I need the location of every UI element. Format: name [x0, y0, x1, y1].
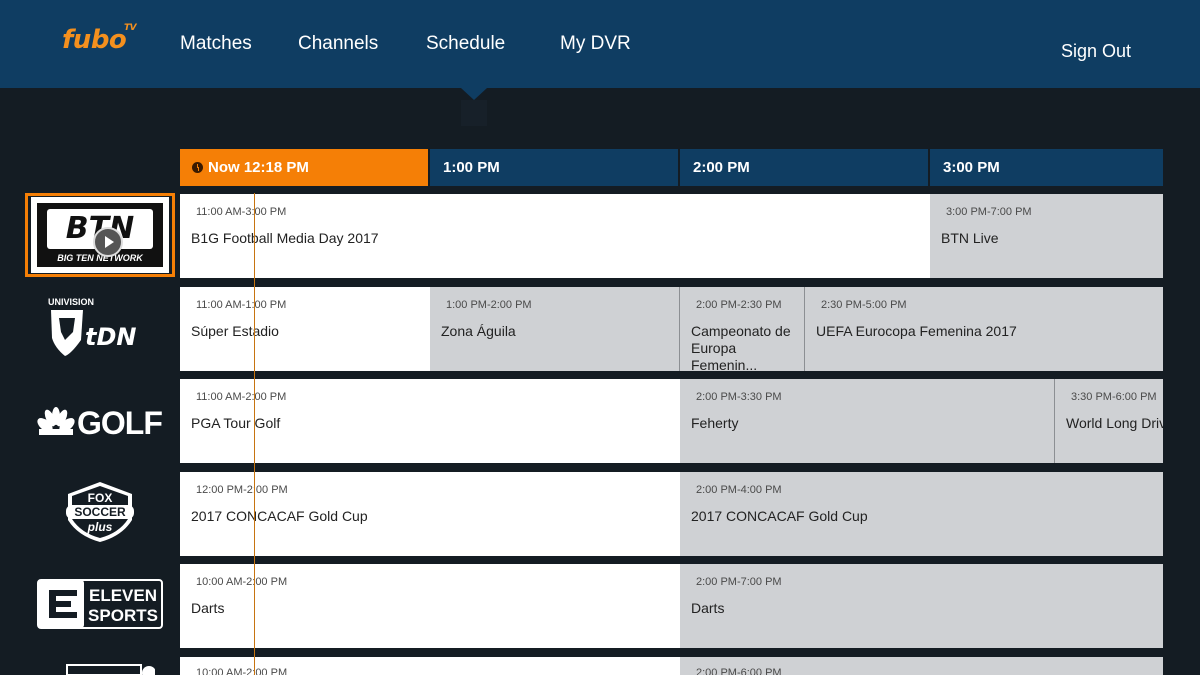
univision-tdn-logo: UNIVISION tDN — [48, 297, 136, 356]
channel-partial[interactable] — [25, 655, 175, 675]
fox-soccer-plus-logo: FOX SOCCER plus — [66, 482, 134, 542]
tdn-text: tDN — [85, 323, 136, 351]
program-cell[interactable]: 11:00 AM-1:00 PM Súper Estadio — [180, 287, 430, 371]
program-title: 2017 CONCACAF Gold Cup — [191, 508, 368, 524]
nav-channels[interactable]: Channels — [298, 33, 378, 55]
eleven-text: ELEVEN — [89, 586, 157, 605]
program-title: B1G Football Media Day 2017 — [191, 230, 379, 246]
program-cell[interactable]: 2:30 PM-5:00 PM UEFA Eurocopa Femenina 2… — [804, 287, 1163, 371]
time-slot-3pm: 3:00 PM — [930, 149, 1163, 186]
play-icon[interactable] — [93, 227, 123, 257]
program-title: Darts — [191, 600, 225, 616]
program-title: BTN Live — [941, 230, 999, 246]
program-title: Campeonato de Europa Femenin... — [691, 323, 791, 371]
time-slot-label: 3:00 PM — [943, 159, 1000, 176]
program-time: 2:00 PM-6:00 PM — [696, 667, 782, 675]
top-nav-bar: fubo TV Matches Channels Schedule My DVR… — [0, 0, 1200, 88]
program-title: Darts — [691, 600, 725, 616]
logo-sup: TV — [124, 23, 137, 33]
active-tab-shadow — [461, 100, 487, 126]
schedule-row-fox-soccer-plus: 12:00 PM-2:00 PM 2017 CONCACAF Gold Cup … — [180, 472, 1163, 556]
program-time: 11:00 AM-2:00 PM — [196, 391, 287, 403]
program-time: 2:00 PM-4:00 PM — [696, 484, 782, 496]
program-time: 2:30 PM-5:00 PM — [821, 299, 907, 311]
program-title: 2017 CONCACAF Gold Cup — [691, 508, 868, 524]
nav-schedule[interactable]: Schedule — [426, 33, 505, 55]
program-cell[interactable]: 11:00 AM-2:00 PM PGA Tour Golf — [180, 379, 680, 463]
program-cell[interactable]: 3:30 PM-6:00 PM World Long Drive — [1054, 379, 1163, 463]
schedule-row-btn: 11:00 AM-3:00 PM B1G Football Media Day … — [180, 194, 1163, 278]
sports-text: SPORTS — [88, 606, 158, 625]
program-cell[interactable]: 2:00 PM-7:00 PM Darts — [680, 564, 1163, 648]
soccer-text: SOCCER — [74, 505, 126, 519]
program-title: Súper Estadio — [191, 323, 279, 339]
plus-text: plus — [87, 520, 113, 534]
partial-channel-logo — [66, 664, 155, 675]
current-time-indicator — [254, 193, 255, 675]
logo-text: fubo — [62, 25, 127, 55]
nav-matches[interactable]: Matches — [180, 33, 252, 55]
time-slot-1pm: 1:00 PM — [430, 149, 678, 186]
time-slot-label: 2:00 PM — [693, 159, 750, 176]
clock-icon — [192, 162, 203, 173]
program-cell[interactable]: 10:00 AM-2:00 PM Darts — [180, 564, 680, 648]
time-now-label: Now 12:18 PM — [208, 159, 309, 176]
program-cell[interactable]: 11:00 AM-3:00 PM B1G Football Media Day … — [180, 194, 930, 278]
program-time: 3:00 PM-7:00 PM — [946, 206, 1032, 218]
btn-logo: BTN BIG TEN NETWORK — [31, 197, 169, 273]
schedule-row-eleven-sports: 10:00 AM-2:00 PM Darts 2:00 PM-7:00 PM D… — [180, 564, 1163, 648]
program-title: UEFA Eurocopa Femenina 2017 — [816, 323, 1017, 339]
program-cell[interactable]: 1:00 PM-2:00 PM Zona Águila — [430, 287, 680, 371]
golf-text: GOLF — [77, 405, 162, 439]
schedule-row-partial: 10:00 AM-2:00 PM 2:00 PM-6:00 PM — [180, 657, 1163, 675]
program-title: PGA Tour Golf — [191, 415, 281, 431]
program-title: Zona Águila — [441, 323, 516, 339]
program-time: 2:00 PM-7:00 PM — [696, 576, 782, 588]
program-cell[interactable]: 3:00 PM-7:00 PM BTN Live — [930, 194, 1163, 278]
program-cell[interactable]: 2:00 PM-4:00 PM 2017 CONCACAF Gold Cup — [680, 472, 1163, 556]
active-tab-pointer — [461, 88, 487, 100]
program-title: Feherty — [691, 415, 739, 431]
program-cell[interactable]: 2:00 PM-3:30 PM Feherty — [680, 379, 1055, 463]
channel-univision-tdn[interactable]: UNIVISION tDN — [25, 285, 175, 369]
time-now-cell[interactable]: Now 12:18 PM — [180, 149, 428, 186]
channel-eleven-sports[interactable]: ELEVEN SPORTS — [25, 562, 175, 646]
program-cell[interactable]: 2:00 PM-6:00 PM — [680, 657, 1163, 675]
nav-my-dvr[interactable]: My DVR — [560, 33, 631, 55]
univision-text: UNIVISION — [48, 297, 94, 307]
eleven-sports-logo: ELEVEN SPORTS — [37, 579, 163, 629]
channel-fox-soccer-plus[interactable]: FOX SOCCER plus — [25, 470, 175, 554]
program-time: 12:00 PM-2:00 PM — [196, 484, 288, 496]
program-time: 10:00 AM-2:00 PM — [196, 667, 288, 675]
program-cell[interactable]: 2:00 PM-2:30 PM Campeonato de Europa Fem… — [679, 287, 805, 371]
program-time: 2:00 PM-3:30 PM — [696, 391, 782, 403]
golf-logo: GOLF — [37, 405, 163, 439]
channel-btn[interactable]: BTN BIG TEN NETWORK — [25, 193, 175, 277]
fubotv-logo[interactable]: fubo TV — [62, 24, 137, 55]
sign-out-button[interactable]: Sign Out — [1061, 40, 1131, 62]
program-cell[interactable]: 12:00 PM-2:00 PM 2017 CONCACAF Gold Cup — [180, 472, 680, 556]
schedule-row-tdn: 11:00 AM-1:00 PM Súper Estadio 1:00 PM-2… — [180, 287, 1163, 371]
program-cell[interactable]: 10:00 AM-2:00 PM — [180, 657, 680, 675]
time-slot-label: 1:00 PM — [443, 159, 500, 176]
program-title: World Long Drive — [1066, 415, 1163, 431]
peacock-icon — [37, 407, 75, 435]
time-slot-2pm: 2:00 PM — [680, 149, 928, 186]
program-time: 11:00 AM-3:00 PM — [196, 206, 287, 218]
channel-golf[interactable]: GOLF — [25, 377, 175, 461]
schedule-row-golf: 11:00 AM-2:00 PM PGA Tour Golf 2:00 PM-3… — [180, 379, 1163, 463]
program-time: 2:00 PM-2:30 PM — [696, 299, 782, 311]
program-time: 10:00 AM-2:00 PM — [196, 576, 288, 588]
program-time: 3:30 PM-6:00 PM — [1071, 391, 1157, 403]
fox-text: FOX — [88, 491, 113, 505]
btn-logo-bg: BTN BIG TEN NETWORK — [37, 203, 163, 267]
program-time: 11:00 AM-1:00 PM — [196, 299, 287, 311]
program-time: 1:00 PM-2:00 PM — [446, 299, 532, 311]
